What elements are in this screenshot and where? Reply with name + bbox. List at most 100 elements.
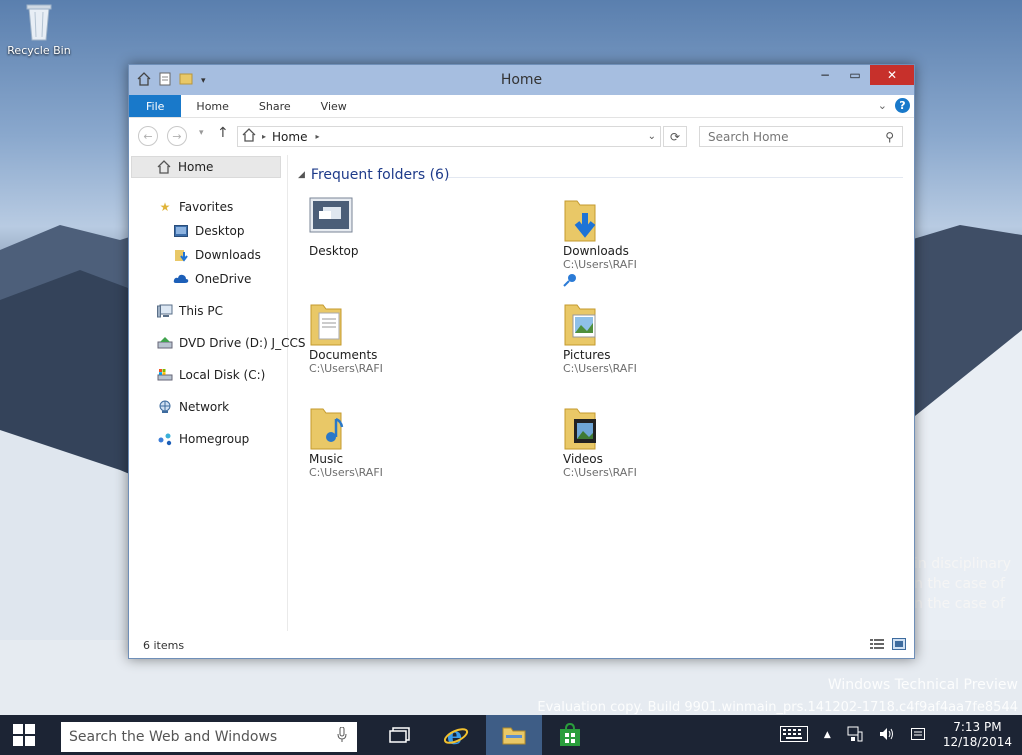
show-hidden-icons-icon[interactable]: ▲: [816, 730, 839, 740]
nav-label-network: Network: [179, 400, 230, 414]
navigation-pane: Home ★ Favorites Desktop Downloads OneDr…: [129, 155, 305, 631]
folder-path: C:\Users\RAFI: [563, 258, 637, 271]
keyboard-icon[interactable]: [772, 725, 816, 745]
breadcrumb-separator-icon[interactable]: ▸: [262, 132, 266, 141]
large-icons-view-icon[interactable]: [892, 638, 906, 653]
collapse-group-icon[interactable]: ◢: [298, 170, 305, 180]
background-text-2: n the case of: [914, 576, 1005, 592]
forward-button[interactable]: →: [167, 126, 187, 146]
nav-label-home: Home: [178, 160, 214, 174]
microphone-icon[interactable]: [337, 726, 357, 747]
folder-path: C:\Users\RAFI: [309, 466, 383, 479]
expand-ribbon-icon[interactable]: ⌄: [878, 99, 887, 112]
start-button[interactable]: [0, 715, 48, 755]
internet-explorer-button[interactable]: e: [428, 715, 484, 755]
nav-item-favorites[interactable]: ★ Favorites: [157, 200, 234, 214]
taskbar: Search the Web and Windows e ▲ 7:13 PM 1…: [0, 715, 1022, 755]
clock-date: 12/18/2014: [942, 735, 1012, 749]
folder-pictures[interactable]: Pictures C:\Users\RAFI: [563, 301, 763, 375]
internet-explorer-icon: e: [443, 722, 469, 748]
address-bar[interactable]: ▸ Home ▸ ⌄: [237, 126, 661, 147]
nav-item-dvd-drive[interactable]: DVD Drive (D:) J_CCS: [157, 336, 305, 350]
search-icon: ⚲: [885, 129, 894, 144]
store-button[interactable]: [542, 715, 598, 755]
search-box[interactable]: Search Home ⚲: [699, 126, 903, 147]
title-bar[interactable]: ▾ Home − ▭ ✕: [129, 65, 914, 95]
nav-item-home[interactable]: Home: [131, 156, 281, 178]
cloud-icon: [173, 272, 189, 286]
file-explorer-icon: [502, 727, 526, 745]
action-center-icon[interactable]: [903, 727, 933, 743]
local-disk-icon: [157, 368, 173, 382]
folder-music[interactable]: Music C:\Users\RAFI: [309, 405, 509, 479]
documents-folder-icon: [309, 301, 353, 347]
star-icon: ★: [159, 200, 171, 214]
store-icon: [560, 723, 580, 746]
maximize-button[interactable]: ▭: [840, 65, 870, 85]
details-view-icon[interactable]: [870, 638, 884, 653]
refresh-button[interactable]: ⟳: [663, 126, 687, 147]
nav-item-network[interactable]: Network: [157, 400, 229, 414]
help-button[interactable]: ?: [895, 98, 910, 113]
nav-label-favorites: Favorites: [179, 200, 234, 214]
windows-logo-icon: [13, 724, 35, 746]
nav-item-this-pc[interactable]: This PC: [157, 304, 223, 318]
breadcrumb-chevron-icon[interactable]: ▸: [315, 132, 319, 141]
up-arrow-icon[interactable]: ↑: [217, 125, 229, 141]
folder-desktop[interactable]: Desktop: [309, 197, 509, 258]
nav-label-downloads: Downloads: [195, 248, 261, 262]
taskbar-search-input[interactable]: Search the Web and Windows: [61, 729, 337, 745]
breadcrumb-home[interactable]: Home: [272, 130, 307, 144]
close-button[interactable]: ✕: [870, 65, 914, 85]
folder-videos[interactable]: Videos C:\Users\RAFI: [563, 405, 763, 479]
clock[interactable]: 7:13 PM 12/18/2014: [933, 720, 1022, 750]
address-dropdown-icon[interactable]: ⌄: [648, 131, 656, 142]
content-pane: ◢ Frequent folders (6) Desktop Downloads…: [288, 155, 912, 631]
nav-item-desktop[interactable]: Desktop: [173, 224, 245, 238]
system-tray: ▲ 7:13 PM 12/18/2014: [772, 715, 1022, 755]
tab-file[interactable]: File: [129, 95, 182, 117]
folder-name: Videos: [563, 452, 603, 466]
tab-view[interactable]: View: [306, 95, 362, 117]
downloads-icon: [173, 248, 189, 262]
recycle-bin-icon: [21, 0, 57, 44]
pin-icon: [563, 273, 763, 290]
recycle-bin[interactable]: Recycle Bin: [4, 0, 74, 57]
volume-icon[interactable]: [871, 726, 903, 745]
recycle-bin-label: Recycle Bin: [7, 44, 71, 57]
file-explorer-window: ▾ Home − ▭ ✕ File Home Share View ⌄ ? ← …: [128, 64, 915, 659]
network-status-icon[interactable]: [839, 726, 871, 745]
tab-home[interactable]: Home: [181, 95, 243, 117]
file-explorer-button[interactable]: [486, 715, 542, 755]
nav-item-downloads[interactable]: Downloads: [173, 248, 261, 262]
computer-icon: [157, 304, 173, 318]
tab-share[interactable]: Share: [244, 95, 306, 117]
minimize-button[interactable]: −: [810, 65, 840, 85]
desktop-icon: [173, 224, 189, 238]
folder-documents[interactable]: Documents C:\Users\RAFI: [309, 301, 509, 375]
music-folder-icon: [309, 405, 353, 451]
recent-locations-icon[interactable]: ▾: [199, 128, 204, 138]
nav-item-homegroup[interactable]: Homegroup: [157, 432, 249, 446]
folder-name: Documents: [309, 348, 378, 362]
nav-item-onedrive[interactable]: OneDrive: [173, 272, 251, 286]
background-text-1: in disciplinary: [914, 556, 1012, 572]
search-input[interactable]: Search Home: [700, 130, 885, 144]
ribbon-tabs: File Home Share View ⌄ ?: [129, 95, 914, 118]
item-count: 6 items: [143, 639, 185, 652]
nav-label-this-pc: This PC: [179, 304, 223, 318]
group-header[interactable]: ◢ Frequent folders (6): [298, 167, 449, 183]
nav-item-local-disk[interactable]: Local Disk (C:): [157, 368, 265, 382]
background-text-3: n the case of: [914, 596, 1005, 612]
taskbar-search-box[interactable]: Search the Web and Windows: [61, 722, 357, 752]
watermark-title: Windows Technical Preview: [827, 677, 1018, 693]
folder-downloads[interactable]: Downloads C:\Users\RAFI: [563, 197, 763, 290]
home-icon: [156, 160, 172, 174]
folder-path: C:\Users\RAFI: [563, 466, 637, 479]
nav-label-homegroup: Homegroup: [179, 432, 250, 446]
window-title: Home: [500, 72, 543, 88]
group-divider: [448, 177, 903, 178]
back-button[interactable]: ←: [138, 126, 158, 146]
nav-label-dvd-drive: DVD Drive (D:) J_CCS: [179, 336, 306, 350]
task-view-button[interactable]: [372, 715, 428, 755]
